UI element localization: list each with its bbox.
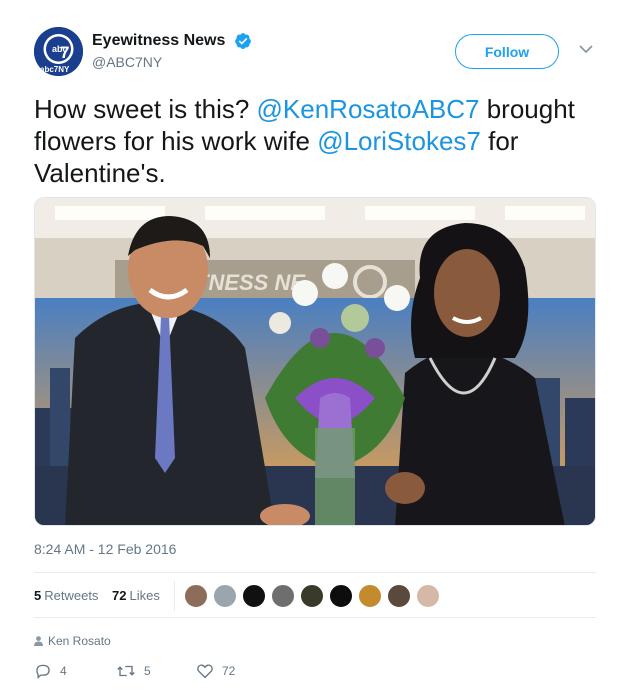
liker-avatar[interactable] <box>416 584 440 608</box>
person-icon <box>34 636 43 646</box>
liker-avatar[interactable] <box>387 584 411 608</box>
liker-avatar[interactable] <box>271 584 295 608</box>
liker-avatar[interactable] <box>184 584 208 608</box>
retweet-count: 5 <box>144 664 151 678</box>
liker-avatar[interactable] <box>358 584 382 608</box>
heart-icon <box>197 664 213 679</box>
verified-badge-icon <box>234 33 251 49</box>
follow-button[interactable]: Follow <box>455 34 559 69</box>
like-count: 72 <box>222 664 236 678</box>
likes-stat[interactable]: 72 Likes <box>112 588 160 603</box>
retweets-label: Retweets <box>44 588 99 603</box>
retweeted-by[interactable]: Ken Rosato <box>34 634 111 648</box>
retweets-count: 5 <box>34 588 42 603</box>
tweet-stats: 5 Retweets 72 Likes <box>34 572 596 618</box>
like-action[interactable]: 72 <box>196 662 235 682</box>
stats-divider <box>174 581 175 611</box>
reply-action[interactable]: 4 <box>34 662 67 682</box>
mention-link[interactable]: @LoriStokes7 <box>317 126 481 156</box>
author-display-name[interactable]: Eyewitness News <box>92 32 225 50</box>
tweet-photo[interactable]: TNESS NE <box>34 197 596 526</box>
retweets-stat[interactable]: 5 Retweets <box>34 588 98 603</box>
liker-avatar[interactable] <box>329 584 353 608</box>
retweeted-by-name: Ken Rosato <box>48 634 111 648</box>
liker-avatar[interactable] <box>242 584 266 608</box>
svg-text:TNESS NE: TNESS NE <box>195 270 306 295</box>
mention-link[interactable]: @KenRosatoABC7 <box>257 94 480 124</box>
likes-count: 72 <box>112 588 127 603</box>
svg-text:abc7NY: abc7NY <box>40 65 70 74</box>
author-handle[interactable]: @ABC7NY <box>92 54 252 70</box>
photo-illustration: TNESS NE <box>35 198 595 525</box>
retweet-icon <box>117 665 135 677</box>
abc7-logo-icon: abc 7 abc7NY <box>34 27 83 76</box>
liker-avatar[interactable] <box>213 584 237 608</box>
reply-icon <box>36 664 50 679</box>
author-avatar[interactable]: abc 7 abc7NY <box>34 27 83 76</box>
likes-label: Likes <box>129 588 160 603</box>
tweet-actions: 4 5 72 <box>34 662 594 682</box>
tweet-header: abc 7 abc7NY Eyewitness News @ABC7NY Fol… <box>34 27 604 77</box>
tweet-timestamp[interactable]: 8:24 AM - 12 Feb 2016 <box>34 541 176 557</box>
svg-text:7: 7 <box>60 43 69 62</box>
author-names: Eyewitness News @ABC7NY <box>92 32 252 70</box>
liker-avatar[interactable] <box>300 584 324 608</box>
reply-count: 4 <box>60 664 67 678</box>
retweet-action[interactable]: 5 <box>116 662 151 682</box>
tweet-text: How sweet is this? @KenRosatoABC7 brough… <box>34 93 599 189</box>
tweet-text-part: How sweet is this? <box>34 94 257 124</box>
chevron-down-icon[interactable] <box>579 44 593 54</box>
